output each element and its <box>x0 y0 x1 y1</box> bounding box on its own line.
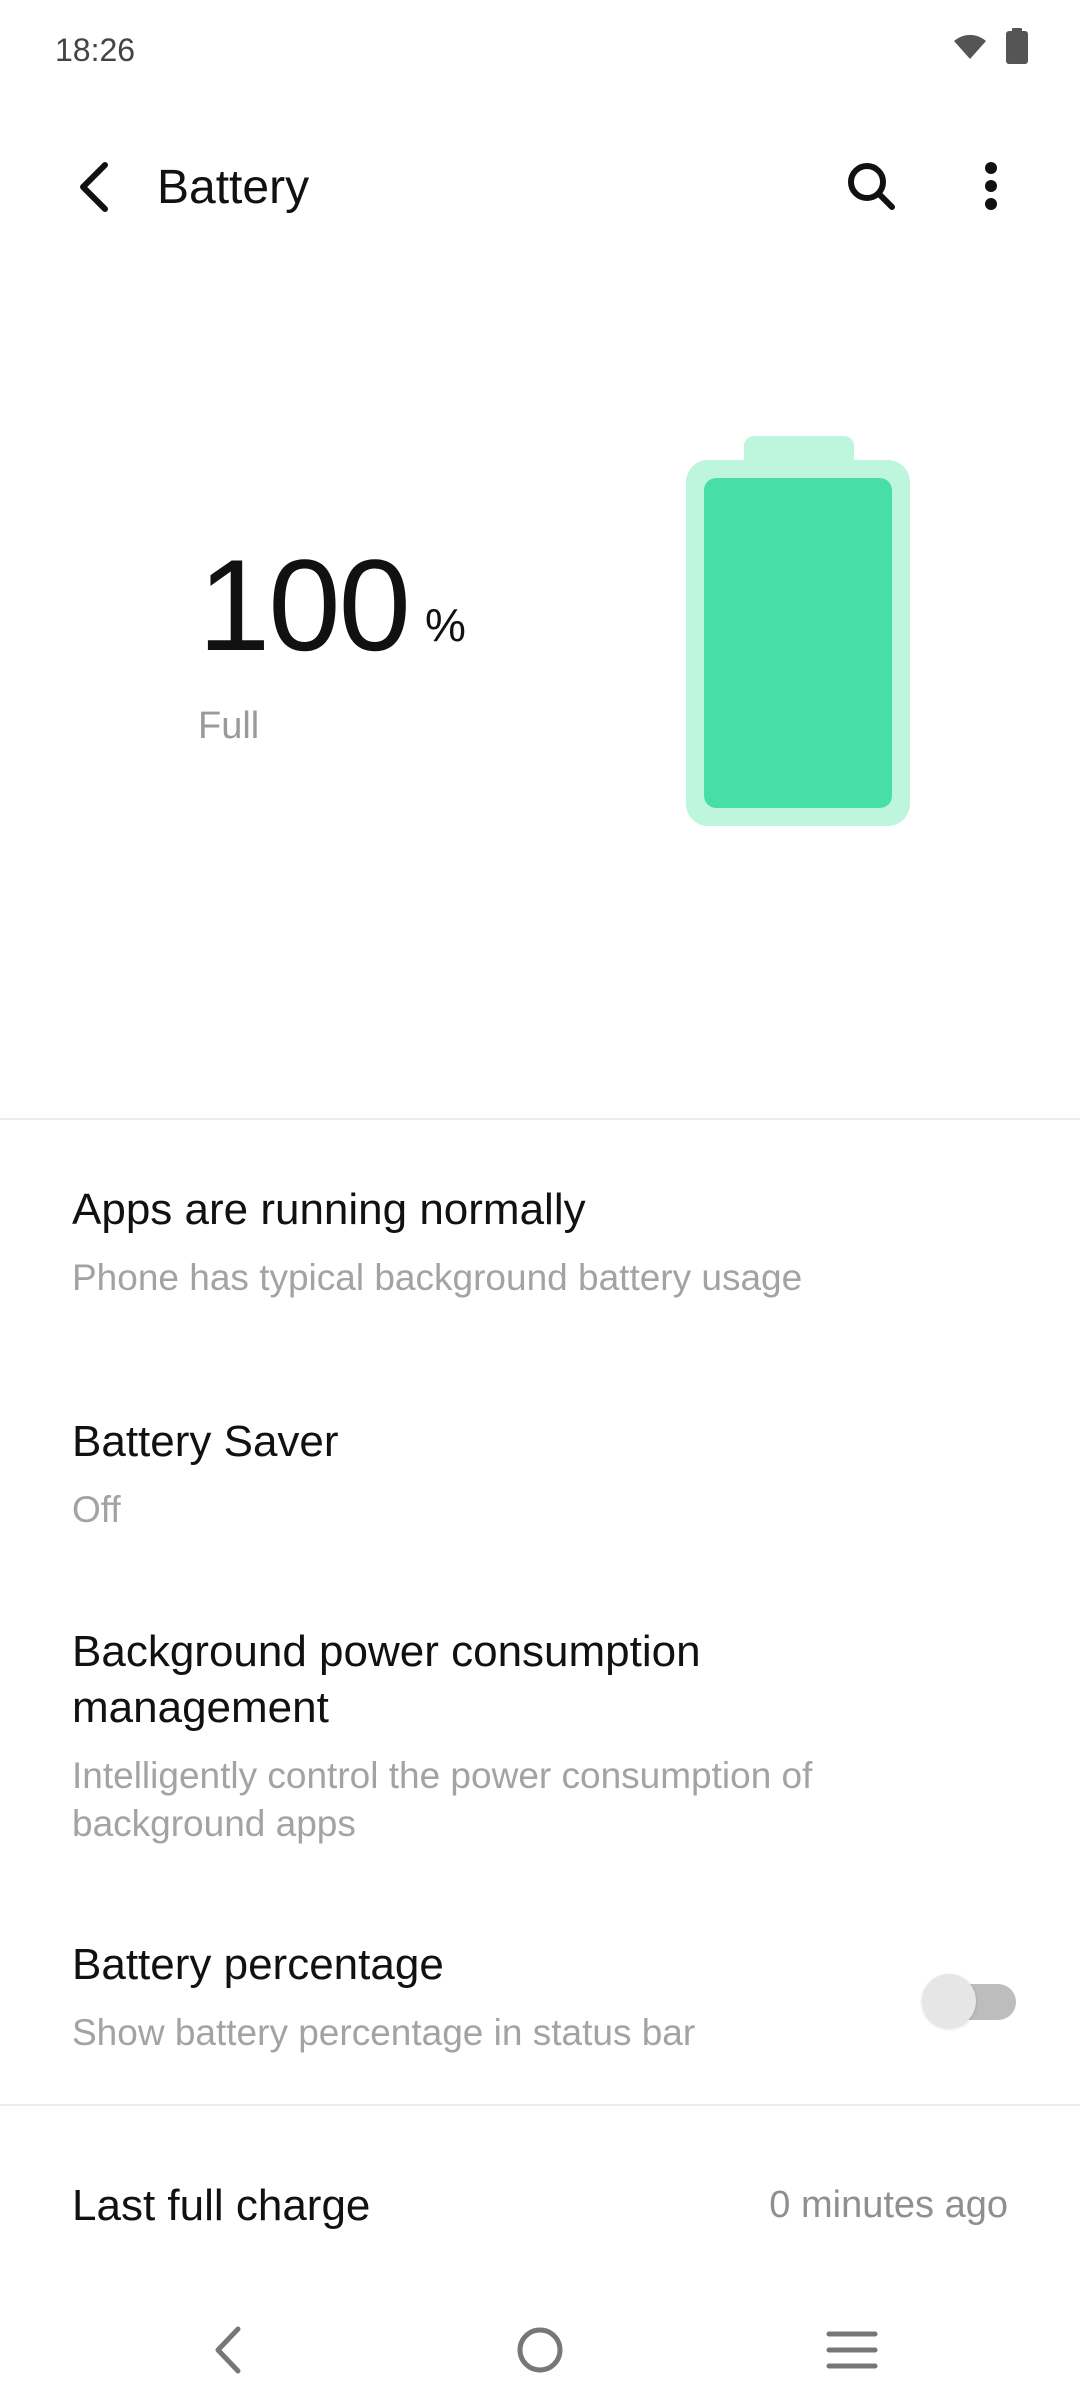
status-time: 18:26 <box>55 32 136 68</box>
navigation-bar <box>0 2290 1080 2400</box>
section-divider <box>0 2104 1080 2106</box>
battery-percent-unit: % <box>425 599 466 651</box>
nav-home-button[interactable] <box>500 2310 580 2390</box>
battery-fill-track <box>704 478 892 808</box>
background-power-title: Background power consumption management <box>72 1627 701 1732</box>
section-divider <box>0 1118 1080 1120</box>
more-options-button[interactable] <box>955 150 1027 222</box>
wifi-icon <box>952 31 988 66</box>
status-icons <box>952 28 1028 69</box>
battery-fill <box>704 478 892 808</box>
back-arrow-icon <box>80 162 108 212</box>
battery-level-graphic <box>686 436 910 826</box>
battery-percent-value: 100 <box>198 532 411 678</box>
last-full-charge-value: 0 minutes ago <box>769 2184 1008 2226</box>
nav-recents-button[interactable] <box>812 2310 892 2390</box>
last-full-charge-item[interactable]: Last full charge 0 minutes ago <box>0 2170 1080 2250</box>
nav-home-icon <box>517 2327 563 2373</box>
battery-percentage-toggle[interactable] <box>920 1972 1020 2028</box>
battery-settings-screen: 18:26 Battery 100 % Full Apps are runnin… <box>0 0 1080 2400</box>
nav-recents-icon <box>826 2331 878 2369</box>
apps-status-item[interactable]: Apps are running normally Phone has typi… <box>0 1170 1080 1340</box>
battery-saver-title: Battery Saver <box>72 1417 339 1466</box>
background-power-subtitle: Intelligently control the power consumpt… <box>72 1755 813 1844</box>
apps-status-subtitle: Phone has typical background battery usa… <box>72 1257 803 1298</box>
search-icon <box>848 163 895 210</box>
battery-icon <box>1006 28 1028 69</box>
battery-graphic-body <box>686 460 910 826</box>
battery-percentage-subtitle: Show battery percentage in status bar <box>72 2012 696 2053</box>
battery-saver-item[interactable]: Battery Saver Off <box>0 1402 1080 1562</box>
apps-status-title: Apps are running normally <box>72 1185 586 1234</box>
nav-back-icon <box>215 2326 241 2374</box>
battery-percentage-item[interactable]: Battery percentage Show battery percenta… <box>0 1925 1080 2075</box>
battery-percentage-title: Battery percentage <box>72 1940 444 1989</box>
nav-back-button[interactable] <box>188 2310 268 2390</box>
battery-saver-status: Off <box>72 1489 121 1530</box>
page-title: Battery <box>157 161 310 214</box>
search-button[interactable] <box>835 150 907 222</box>
app-bar: Battery <box>0 130 1080 240</box>
battery-state-label: Full <box>198 705 260 747</box>
more-vert-icon <box>985 162 997 210</box>
toggle-thumb <box>922 1974 976 2028</box>
back-button[interactable] <box>60 152 130 222</box>
status-bar: 18:26 <box>0 0 1080 100</box>
background-power-item[interactable]: Background power consumption management … <box>0 1612 1080 1872</box>
